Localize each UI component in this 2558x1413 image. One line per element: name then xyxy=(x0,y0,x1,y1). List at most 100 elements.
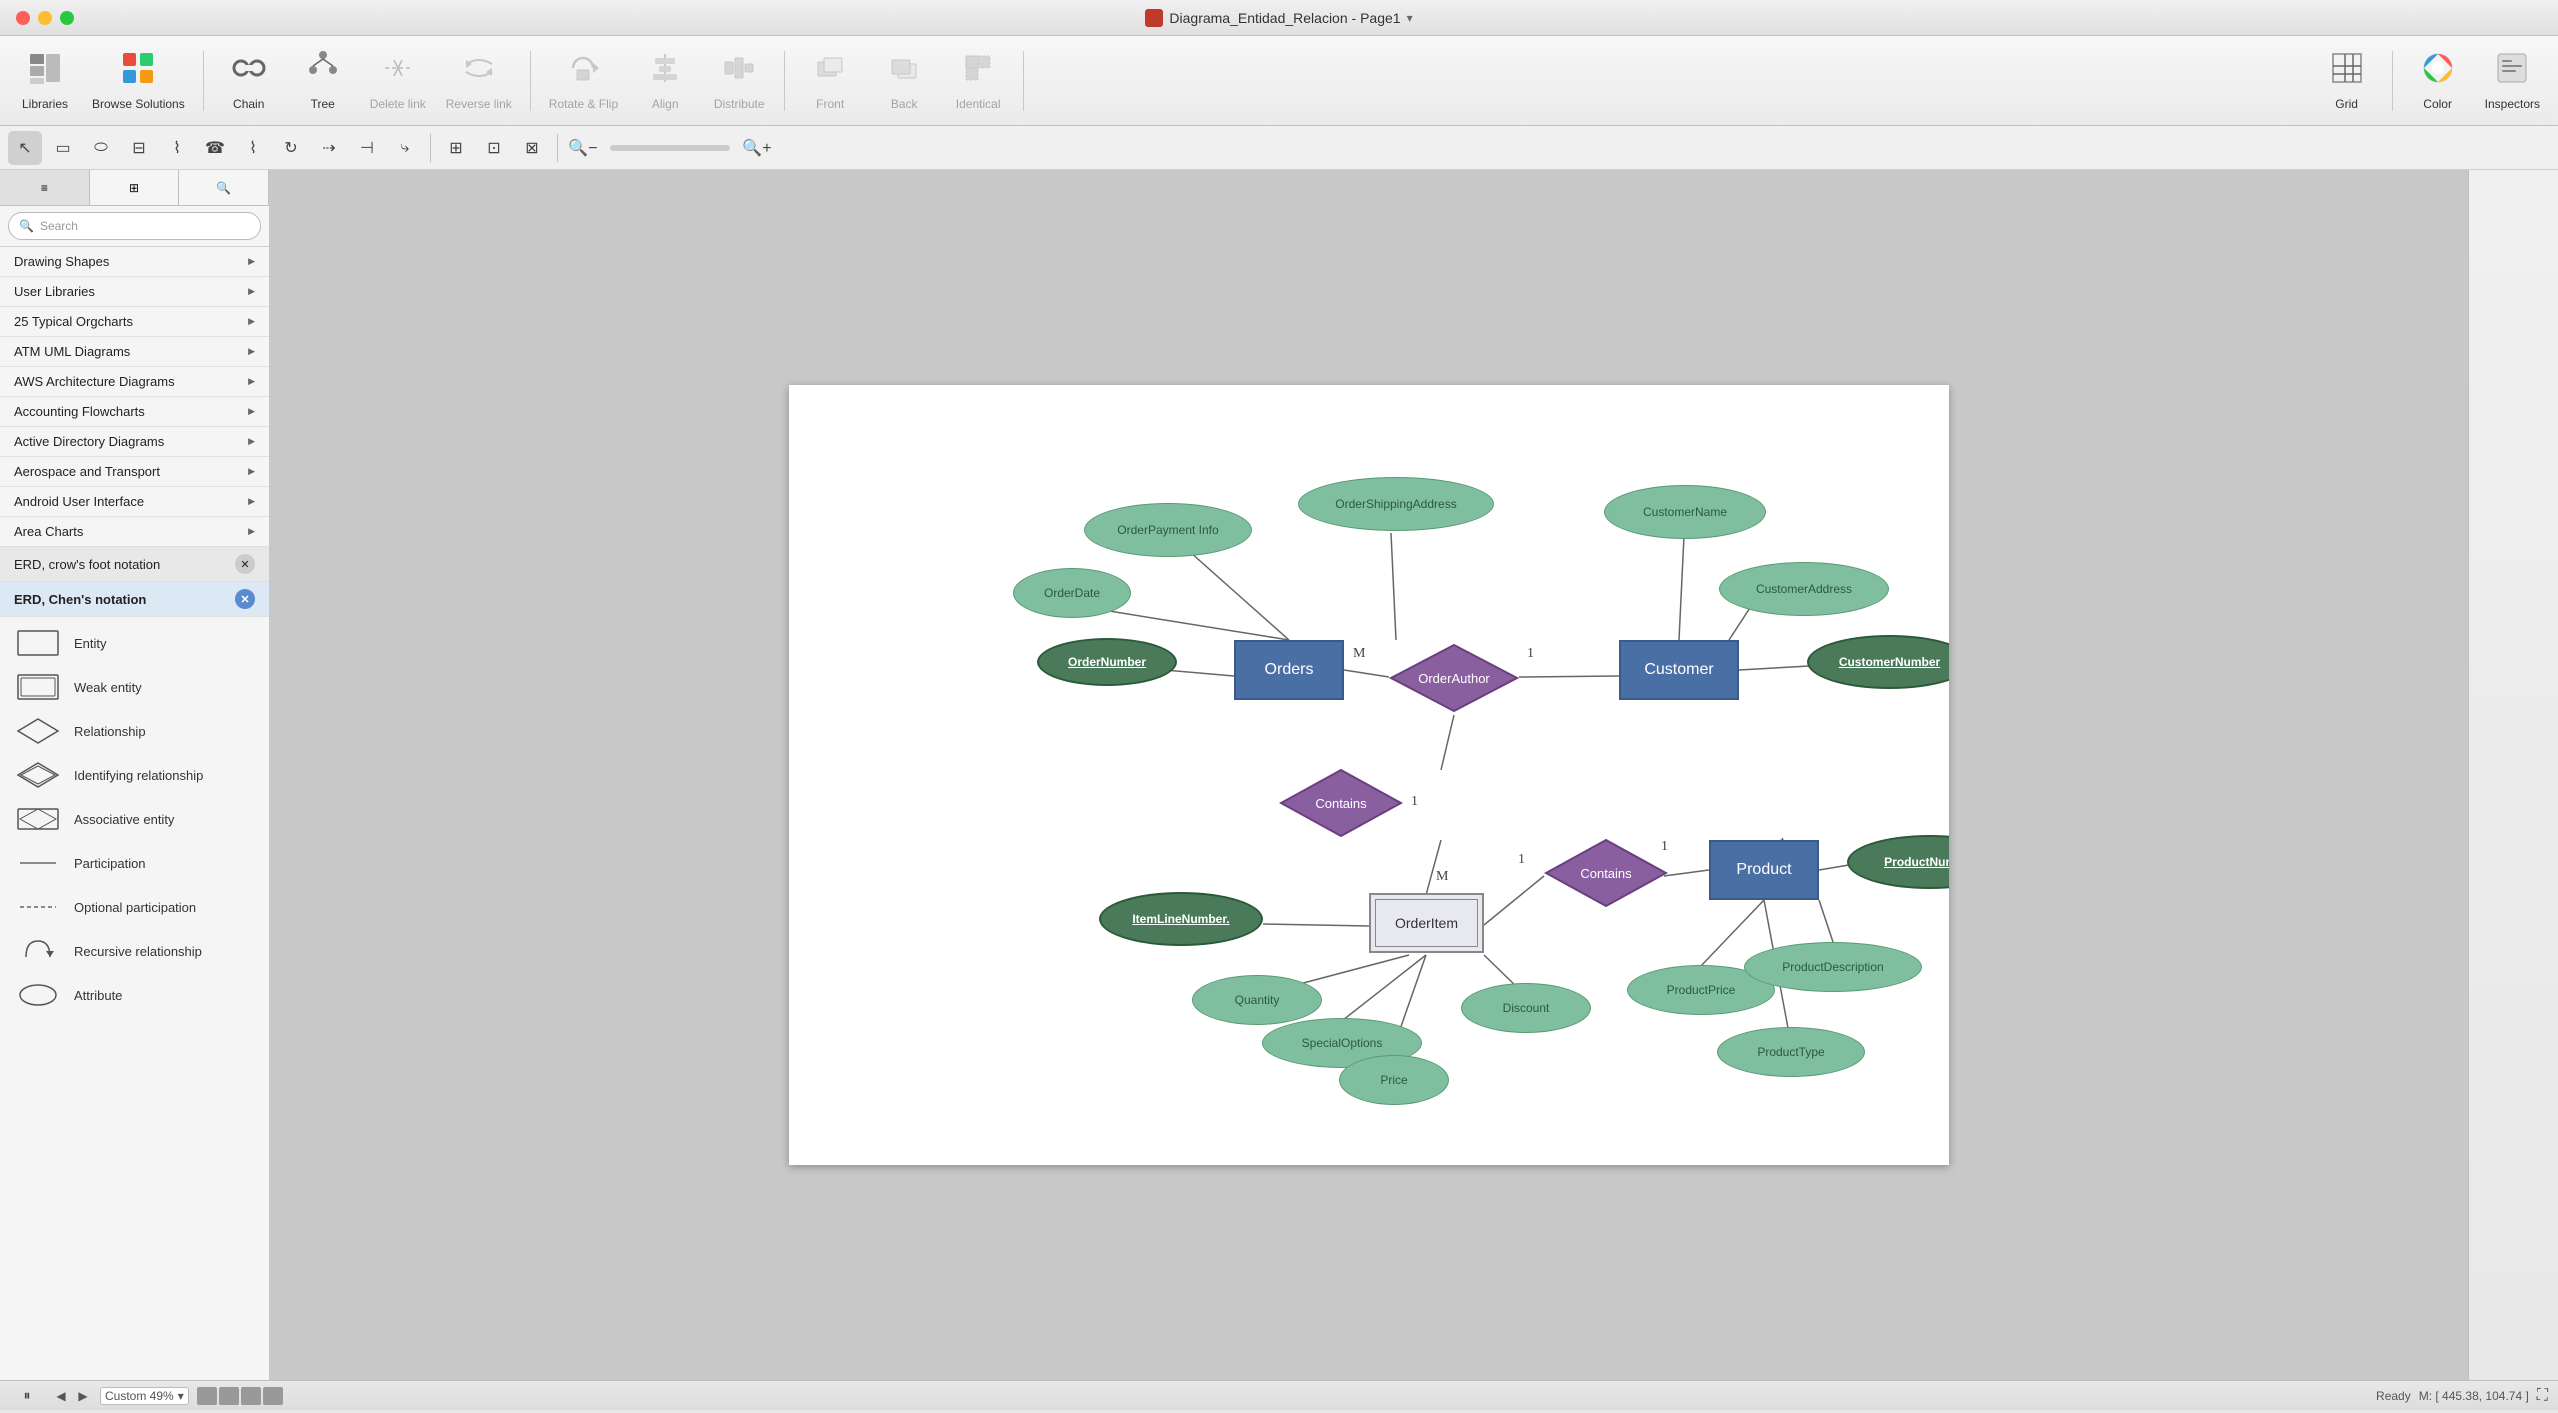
select-tool[interactable]: ↖ xyxy=(8,131,42,165)
back-button[interactable]: Back xyxy=(869,41,939,121)
erd-chens-close[interactable]: ✕ xyxy=(235,589,255,609)
sidebar-item-active-directory[interactable]: Active Directory Diagrams ▶ xyxy=(0,427,269,457)
resize-tool[interactable]: ⊞ xyxy=(439,131,473,165)
minimize-button[interactable] xyxy=(38,11,52,25)
attr-productnumber[interactable]: ProductNumber xyxy=(1847,835,1949,889)
associative-entity-preview xyxy=(14,801,62,837)
sidebar-item-android[interactable]: Android User Interface ▶ xyxy=(0,487,269,517)
zoom-out-btn[interactable]: 🔍− xyxy=(566,131,600,165)
rectangle-tool[interactable]: ▭ xyxy=(46,131,80,165)
attr-customernumber[interactable]: CustomerNumber xyxy=(1807,635,1949,689)
path-tool-2[interactable]: ☎ xyxy=(198,131,232,165)
path-tool-3[interactable]: ⌇ xyxy=(236,131,270,165)
attr-ordershippingaddress[interactable]: OrderShippingAddress xyxy=(1298,477,1494,531)
path-tool-1[interactable]: ⌇ xyxy=(160,131,194,165)
rel-contains-2[interactable]: Contains xyxy=(1544,838,1668,908)
attr-itemlinenumber[interactable]: ItemLineNumber. xyxy=(1099,892,1263,946)
rel-orderauthor[interactable]: OrderAuthor xyxy=(1389,643,1519,713)
status-ready: Ready xyxy=(2376,1389,2411,1403)
next-page-button[interactable]: ▶ xyxy=(74,1387,92,1405)
shape-optional-participation[interactable]: Optional participation xyxy=(0,885,269,929)
shape-recursive-relationship[interactable]: Recursive relationship xyxy=(0,929,269,973)
browse-solutions-icon xyxy=(120,50,156,93)
entity-orders[interactable]: Orders xyxy=(1234,640,1344,700)
attr-orderpaymentinfo[interactable]: OrderPayment Info xyxy=(1084,503,1252,557)
view-btn-2[interactable] xyxy=(219,1387,239,1405)
rotate-flip-button[interactable]: Rotate & Flip xyxy=(541,41,626,121)
attr-customername[interactable]: CustomerName xyxy=(1604,485,1766,539)
view-btn-3[interactable] xyxy=(241,1387,261,1405)
view-btn-1[interactable] xyxy=(197,1387,217,1405)
attr-ordernumber[interactable]: OrderNumber xyxy=(1037,638,1177,686)
sidebar-item-drawing-shapes[interactable]: Drawing Shapes ▶ xyxy=(0,247,269,277)
entity-customer[interactable]: Customer xyxy=(1619,640,1739,700)
chain-button[interactable]: Chain xyxy=(214,41,284,121)
align-button[interactable]: Align xyxy=(630,41,700,121)
libraries-button[interactable]: Libraries xyxy=(10,41,80,121)
sidebar-item-atm-uml[interactable]: ATM UML Diagrams ▶ xyxy=(0,337,269,367)
zoom-slider[interactable] xyxy=(610,145,730,151)
sidebar-item-aerospace[interactable]: Aerospace and Transport ▶ xyxy=(0,457,269,487)
color-button[interactable]: Color xyxy=(2403,41,2473,121)
rel-contains-1[interactable]: Contains xyxy=(1279,768,1403,838)
sidebar-tab-search[interactable]: 🔍 xyxy=(179,170,269,205)
fullscreen-button[interactable] xyxy=(60,11,74,25)
connector-tool[interactable]: ⊣ xyxy=(350,131,384,165)
attr-orderdate[interactable]: OrderDate xyxy=(1013,568,1131,618)
sidebar-tab-grid[interactable]: ⊞ xyxy=(90,170,180,205)
sidebar-item-aws[interactable]: AWS Architecture Diagrams ▶ xyxy=(0,367,269,397)
path-tool-4[interactable]: ↻ xyxy=(274,131,308,165)
shape-relationship[interactable]: Relationship xyxy=(0,709,269,753)
attr-customeraddress[interactable]: CustomerAddress xyxy=(1719,562,1889,616)
sidebar-tab-list[interactable]: ≡ xyxy=(0,170,90,205)
tree-button[interactable]: Tree xyxy=(288,41,358,121)
view-btn-4[interactable] xyxy=(263,1387,283,1405)
reverse-link-button[interactable]: Reverse link xyxy=(438,41,520,121)
inspectors-button[interactable]: Inspectors xyxy=(2477,41,2548,121)
shape-identifying-relationship[interactable]: Identifying relationship xyxy=(0,753,269,797)
shape-attribute[interactable]: Attribute xyxy=(0,973,269,1017)
close-button[interactable] xyxy=(16,11,30,25)
zoom-select[interactable]: Custom 49% ▾ xyxy=(100,1387,189,1405)
sidebar-item-typical-orgcharts[interactable]: 25 Typical Orgcharts ▶ xyxy=(0,307,269,337)
shape-entity[interactable]: Entity xyxy=(0,621,269,665)
attr-producttype[interactable]: ProductType xyxy=(1717,1027,1865,1077)
pause-button[interactable]: ⏸ xyxy=(10,1379,44,1413)
sidebar-item-accounting[interactable]: Accounting Flowcharts ▶ xyxy=(0,397,269,427)
zoom-in-btn[interactable]: 🔍+ xyxy=(740,131,774,165)
identical-button[interactable]: Identical xyxy=(943,41,1013,121)
attr-quantity[interactable]: Quantity xyxy=(1192,975,1322,1025)
delete-link-button[interactable]: Delete link xyxy=(362,41,434,121)
sidebar-item-area-charts[interactable]: Area Charts ▶ xyxy=(0,517,269,547)
grid-button[interactable]: Grid xyxy=(2312,41,2382,121)
shape-associative-entity[interactable]: Associative entity xyxy=(0,797,269,841)
sidebar-item-user-libraries[interactable]: User Libraries ▶ xyxy=(0,277,269,307)
attr-discount[interactable]: Discount xyxy=(1461,983,1591,1033)
erd-chens-header[interactable]: ERD, Chen's notation ✕ xyxy=(0,582,269,617)
path-tool-5[interactable]: ⇢ xyxy=(312,131,346,165)
attr-price[interactable]: Price xyxy=(1339,1055,1449,1105)
diagram-canvas[interactable]: M 1 1 M 1 1 1 OrderNumber OrderDate Orde… xyxy=(789,385,1949,1165)
ellipse-tool[interactable]: ⬭ xyxy=(84,131,118,165)
front-button[interactable]: Front xyxy=(795,41,865,121)
erd-crows-header[interactable]: ERD, crow's foot notation ✕ xyxy=(0,547,269,582)
entity-orderitem[interactable]: OrderItem xyxy=(1369,893,1484,953)
shape-participation[interactable]: Participation xyxy=(0,841,269,885)
distribute-button[interactable]: Distribute xyxy=(704,41,774,121)
prev-page-button[interactable]: ◀ xyxy=(52,1387,70,1405)
fullscreen-icon[interactable]: ⛶ xyxy=(2537,1387,2548,1405)
shape-weak-entity[interactable]: Weak entity xyxy=(0,665,269,709)
participation-preview xyxy=(14,845,62,881)
search-box[interactable]: 🔍 Search xyxy=(8,212,261,240)
table-tool[interactable]: ⊟ xyxy=(122,131,156,165)
entity-product[interactable]: Product xyxy=(1709,840,1819,900)
erd-crows-close[interactable]: ✕ xyxy=(235,554,255,574)
traffic-lights xyxy=(16,11,74,25)
crop-tool[interactable]: ⊡ xyxy=(477,131,511,165)
transform-tool[interactable]: ⊠ xyxy=(515,131,549,165)
title-dropdown[interactable]: ▾ xyxy=(1407,11,1413,25)
bezier-tool[interactable]: ⤷ xyxy=(388,131,422,165)
attr-productdescription[interactable]: ProductDescription xyxy=(1744,942,1922,992)
svg-text:M: M xyxy=(1436,869,1449,884)
browse-solutions-button[interactable]: Browse Solutions xyxy=(84,41,193,121)
